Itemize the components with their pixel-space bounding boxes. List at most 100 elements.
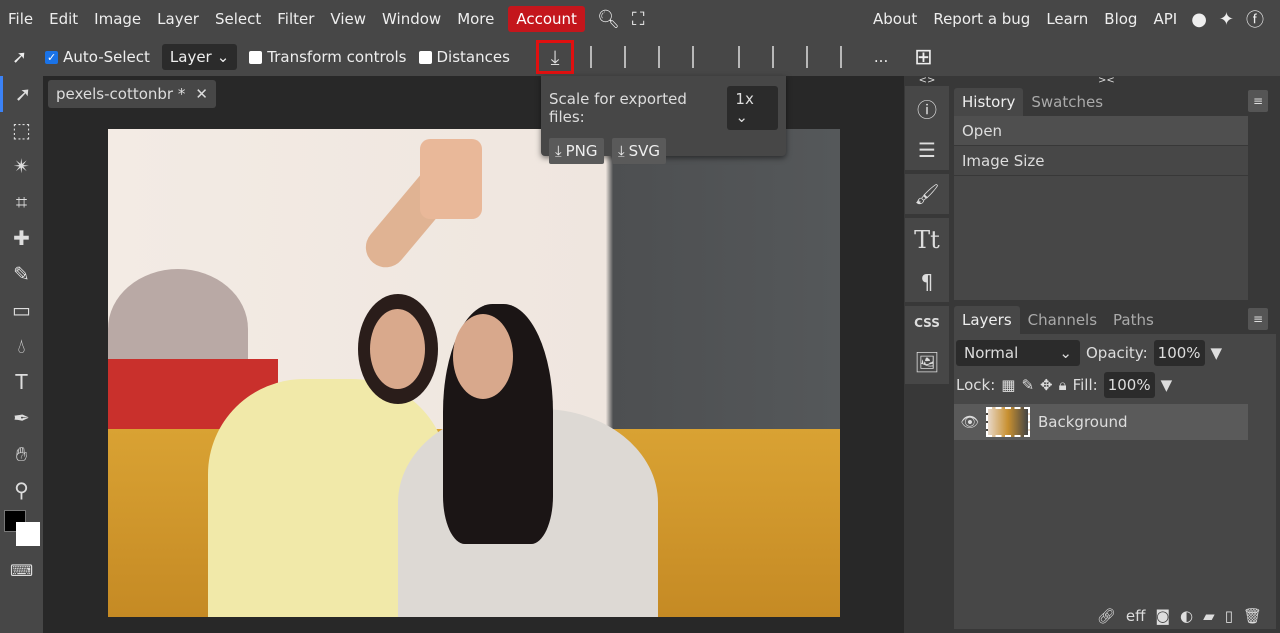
layer-effects-button[interactable]: eff (1126, 607, 1146, 625)
align-top-icon[interactable] (737, 46, 756, 68)
search-icon[interactable]: 🔍︎ (591, 9, 626, 30)
more-align-button[interactable]: ... (874, 48, 888, 66)
menu-view[interactable]: View (322, 0, 374, 38)
color-swatches-icon[interactable] (0, 508, 43, 552)
link-learn[interactable]: Learn (1038, 0, 1096, 38)
lock-position-icon[interactable]: ✥ (1040, 376, 1053, 394)
menu-filter[interactable]: Filter (269, 0, 322, 38)
layer-row[interactable]: 👁︎ Background (954, 404, 1248, 440)
lock-label: Lock: (956, 376, 996, 394)
transform-controls-checkbox[interactable]: Transform controls (249, 48, 407, 66)
icon-group-misc: CSS 🖼︎ (905, 306, 949, 384)
align-left-icon[interactable] (589, 46, 608, 68)
scale-value: 1x (735, 90, 754, 108)
tab-swatches[interactable]: Swatches (1023, 88, 1111, 116)
distances-checkbox[interactable]: Distances (418, 48, 510, 66)
character-icon[interactable]: Tt (914, 226, 940, 254)
blend-mode-value: Normal (964, 344, 1019, 362)
brush-settings-icon[interactable]: 🖌︎ (914, 182, 939, 206)
canvas-image[interactable] (108, 129, 840, 617)
lock-transparency-icon[interactable]: ▦ (1001, 376, 1015, 394)
scale-label: Scale for exported files: (549, 90, 687, 126)
close-tab-icon[interactable]: ✕ (195, 85, 208, 103)
zoom-tool-icon[interactable]: ⚲ (0, 472, 43, 508)
blend-mode-dropdown[interactable]: Normal ⌄ (956, 340, 1080, 366)
visibility-eye-icon[interactable]: 👁︎ (954, 413, 986, 431)
menu-select[interactable]: Select (207, 0, 269, 38)
adjustments-icon[interactable]: ☰ (918, 138, 936, 162)
fill-label: Fill: (1072, 376, 1098, 394)
menu-file[interactable]: File (0, 0, 41, 38)
facebook-icon[interactable]: ⓕ (1240, 6, 1270, 32)
menu-window[interactable]: Window (374, 0, 449, 38)
icon-group-text: Tt ¶ (905, 218, 949, 302)
gradient-tool-icon[interactable]: ▭ (0, 292, 43, 328)
magic-wand-tool-icon[interactable]: ✴ (0, 148, 43, 184)
link-api[interactable]: API (1145, 0, 1185, 38)
twitter-icon[interactable]: ✦ (1213, 9, 1240, 30)
collapse-panels-toggle[interactable]: >< (950, 76, 1280, 86)
layer-select-dropdown[interactable]: Layer ⌄ (161, 44, 238, 70)
opacity-input[interactable]: 100% (1153, 340, 1205, 366)
export-png-button[interactable]: ⤓ PNG (549, 138, 604, 164)
paragraph-icon[interactable]: ¶ (921, 270, 934, 294)
collapse-icons-toggle[interactable]: <> (904, 76, 950, 86)
type-tool-icon[interactable]: T (0, 364, 43, 400)
adjustment-layer-icon[interactable]: ◐ (1180, 607, 1193, 625)
lock-all-icon[interactable]: 🔒︎ (1059, 376, 1067, 394)
options-toolbar: ➚ ✓ Auto-Select Layer ⌄ Transform control… (0, 38, 1280, 76)
reddit-icon[interactable]: ● (1185, 9, 1213, 30)
history-panel-menu-icon[interactable]: ≡ (1248, 90, 1268, 112)
distribute-v-icon[interactable] (839, 46, 858, 68)
svg-label: SVG (628, 142, 661, 160)
export-svg-button[interactable]: ⤓ SVG (611, 138, 667, 164)
link-report-bug[interactable]: Report a bug (925, 0, 1038, 38)
link-blog[interactable]: Blog (1096, 0, 1145, 38)
account-button[interactable]: Account (508, 6, 585, 32)
distribute-h-icon[interactable] (691, 46, 710, 68)
hand-tool-icon[interactable]: ✋︎ (0, 436, 43, 472)
auto-select-checkbox[interactable]: ✓ Auto-Select (45, 48, 150, 66)
fullscreen-icon[interactable]: ⛶ (626, 9, 651, 30)
document-tab[interactable]: pexels-cottonbr * ✕ (48, 80, 216, 108)
fill-dropdown-icon[interactable]: ▼ (1161, 376, 1173, 394)
css-icon[interactable]: CSS (914, 316, 940, 330)
image-icon[interactable]: 🖼︎ (914, 350, 939, 374)
tab-layers[interactable]: Layers (954, 306, 1020, 334)
tab-history[interactable]: History (954, 88, 1024, 116)
healing-tool-icon[interactable]: ✚ (0, 220, 43, 256)
tab-paths[interactable]: Paths (1105, 306, 1162, 334)
menu-image[interactable]: Image (86, 0, 149, 38)
align-middle-icon[interactable] (771, 46, 790, 68)
move-tool-icon[interactable]: ➚ (0, 76, 43, 112)
menu-edit[interactable]: Edit (41, 0, 86, 38)
marquee-tool-icon[interactable]: ⬚ (0, 112, 43, 148)
keyboard-icon[interactable]: ⌨ (0, 552, 43, 588)
align-bottom-icon[interactable] (805, 46, 824, 68)
menu-more[interactable]: More (449, 0, 502, 38)
link-about[interactable]: About (865, 0, 925, 38)
crop-tool-icon[interactable]: ⌗ (0, 184, 43, 220)
new-group-icon[interactable]: ▰ (1203, 607, 1215, 625)
menu-layer[interactable]: Layer (149, 0, 207, 38)
fill-input[interactable]: 100% (1103, 372, 1155, 398)
layer-mask-icon[interactable]: ◙ (1155, 607, 1170, 625)
align-center-h-icon[interactable] (623, 46, 642, 68)
export-download-button[interactable]: ⤓ (536, 40, 574, 74)
history-item[interactable]: Open (954, 116, 1248, 146)
blur-tool-icon[interactable]: 💧︎ (0, 328, 43, 364)
tab-channels[interactable]: Channels (1020, 306, 1105, 334)
grid-layout-icon[interactable]: ⊞ (914, 45, 932, 70)
link-layers-icon[interactable]: 🔗︎ (1097, 607, 1116, 625)
new-layer-icon[interactable]: ▯ (1225, 607, 1233, 625)
history-item[interactable]: Image Size (954, 146, 1248, 176)
brush-tool-icon[interactable]: ✎ (0, 256, 43, 292)
pen-tool-icon[interactable]: ✒ (0, 400, 43, 436)
lock-pixels-icon[interactable]: ✎ (1021, 376, 1034, 394)
opacity-dropdown-icon[interactable]: ▼ (1211, 344, 1223, 362)
delete-layer-icon[interactable]: 🗑︎ (1243, 607, 1262, 625)
align-right-icon[interactable] (657, 46, 676, 68)
scale-dropdown[interactable]: 1x ⌄ (727, 86, 778, 130)
info-icon[interactable]: ⓘ (917, 94, 937, 123)
layers-panel-menu-icon[interactable]: ≡ (1248, 308, 1268, 330)
